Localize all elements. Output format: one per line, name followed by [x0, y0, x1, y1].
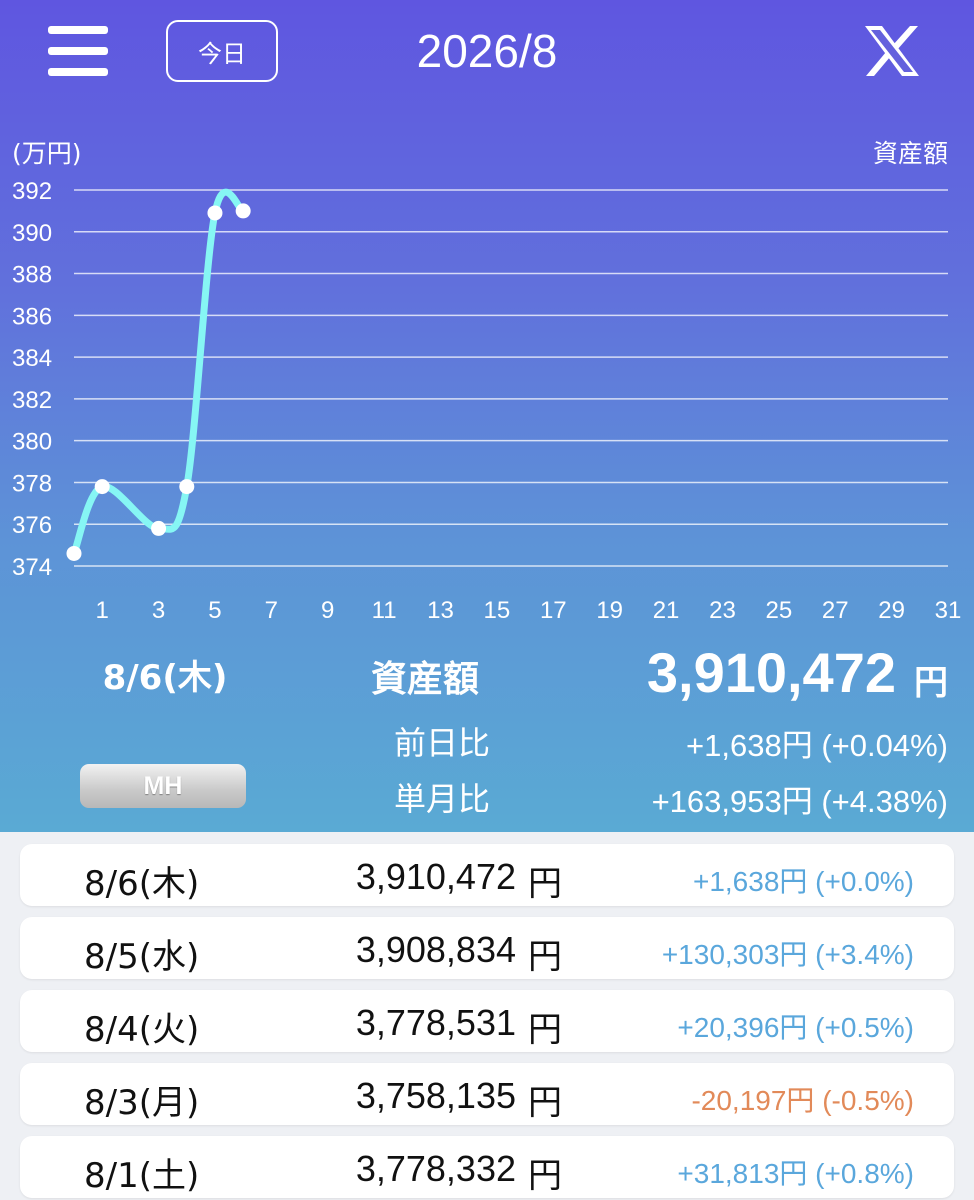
month-change: +163,953円 (+4.38%)	[651, 784, 948, 819]
row-unit: 円	[528, 937, 562, 977]
asset-total-value: 3,910,472	[646, 641, 896, 704]
data-point	[179, 479, 195, 495]
row-amount: 3,778,531	[355, 1002, 516, 1043]
x-share-icon[interactable]	[862, 24, 922, 78]
row-date: 8/6(木)	[84, 864, 200, 904]
row-amount: 3,910,472	[355, 856, 516, 897]
row-change: +130,303円 (+3.4%)	[661, 939, 914, 970]
row-unit: 円	[528, 864, 562, 904]
x-tick-label: 25	[765, 597, 792, 624]
y-tick-label: 384	[12, 345, 52, 372]
x-tick-label: 1	[96, 597, 109, 624]
x-tick-label: 19	[596, 597, 623, 624]
row-unit: 円	[528, 1156, 562, 1196]
y-tick-label: 388	[12, 262, 52, 289]
y-tick-label: 386	[12, 303, 52, 330]
row-amount: 3,908,834	[355, 929, 516, 970]
x-tick-label: 13	[427, 597, 454, 624]
row-unit: 円	[528, 1083, 562, 1123]
x-tick-label: 21	[653, 597, 680, 624]
x-tick-label: 17	[540, 597, 567, 624]
data-point	[207, 205, 223, 221]
y-tick-label: 380	[12, 429, 52, 456]
row-unit: 円	[528, 1010, 562, 1050]
y-tick-label: 390	[12, 220, 52, 247]
x-tick-label: 23	[709, 597, 736, 624]
row-date: 8/3(月)	[84, 1083, 200, 1123]
y-tick-label: 374	[12, 554, 52, 581]
selected-date: 8/6(木)	[102, 658, 228, 698]
today-button[interactable]: 今日	[166, 20, 278, 82]
data-point	[66, 545, 82, 561]
row-date: 8/4(火)	[84, 1010, 200, 1050]
prev-day-change: +1,638円 (+0.04%)	[686, 728, 948, 763]
row-change: +1,638円 (+0.0%)	[692, 866, 914, 897]
mh-button[interactable]: MH	[80, 764, 246, 808]
list-item[interactable]: 8/6(木) 3,910,472 円 +1,638円 (+0.0%)	[20, 844, 954, 906]
y-tick-label: 376	[12, 512, 52, 539]
chart-series-label: 資産額	[872, 139, 948, 168]
asset-line-chart[interactable]: 3923903883863843823803783763741 3 5 7 9 11 13 1…	[0, 170, 974, 630]
asset-total-unit: 円	[914, 663, 948, 703]
row-date: 8/1(土)	[84, 1156, 200, 1196]
series-line	[70, 188, 247, 557]
row-amount: 3,778,332	[355, 1148, 516, 1189]
y-tick-label: 392	[12, 178, 52, 205]
x-tick-label: 7	[265, 597, 278, 624]
row-change: +20,396円 (+0.5%)	[677, 1012, 914, 1043]
header-panel: 今日 2026/8 (万円) 資産額 392 390 388 386 384 382 380…	[0, 0, 974, 832]
list-item[interactable]: 8/5(水) 3,908,834 円 +130,303円 (+3.4%)	[20, 917, 954, 979]
x-tick-label: 11	[372, 597, 397, 624]
data-point	[94, 479, 110, 495]
y-tick-label: 382	[12, 387, 52, 414]
row-date: 8/5(水)	[84, 937, 200, 977]
x-tick-label: 9	[321, 597, 334, 624]
asset-label: 資産額	[370, 659, 479, 700]
x-tick-label: 27	[822, 597, 849, 624]
list-item[interactable]: 8/1(土) 3,778,332 円 +31,813円 (+0.8%)	[20, 1136, 954, 1198]
x-tick-label: 31	[935, 597, 962, 624]
menu-icon[interactable]	[48, 26, 110, 80]
y-tick-label: 378	[12, 470, 52, 497]
x-tick-label: 3	[152, 597, 165, 624]
list-item[interactable]: 8/4(火) 3,778,531 円 +20,396円 (+0.5%)	[20, 990, 954, 1052]
list-item[interactable]: 8/3(月) 3,758,135 円 -20,197円 (-0.5%)	[20, 1063, 954, 1125]
daily-asset-list: 8/6(木) 3,910,472 円 +1,638円 (+0.0%) 8/5(水…	[0, 832, 974, 1200]
month-title[interactable]: 2026/8	[340, 24, 634, 78]
prev-day-label: 前日比	[393, 724, 490, 762]
row-change: -20,197円 (-0.5%)	[691, 1085, 914, 1116]
x-tick-label: 29	[878, 597, 905, 624]
row-change: +31,813円 (+0.8%)	[677, 1158, 914, 1189]
x-tick-label: 5	[208, 597, 221, 624]
month-change-label: 単月比	[393, 780, 490, 818]
x-tick-label: 15	[484, 597, 511, 624]
row-amount: 3,758,135	[355, 1075, 516, 1116]
chart-unit-label: (万円)	[12, 139, 82, 168]
data-point	[151, 520, 167, 536]
data-point	[235, 203, 251, 219]
